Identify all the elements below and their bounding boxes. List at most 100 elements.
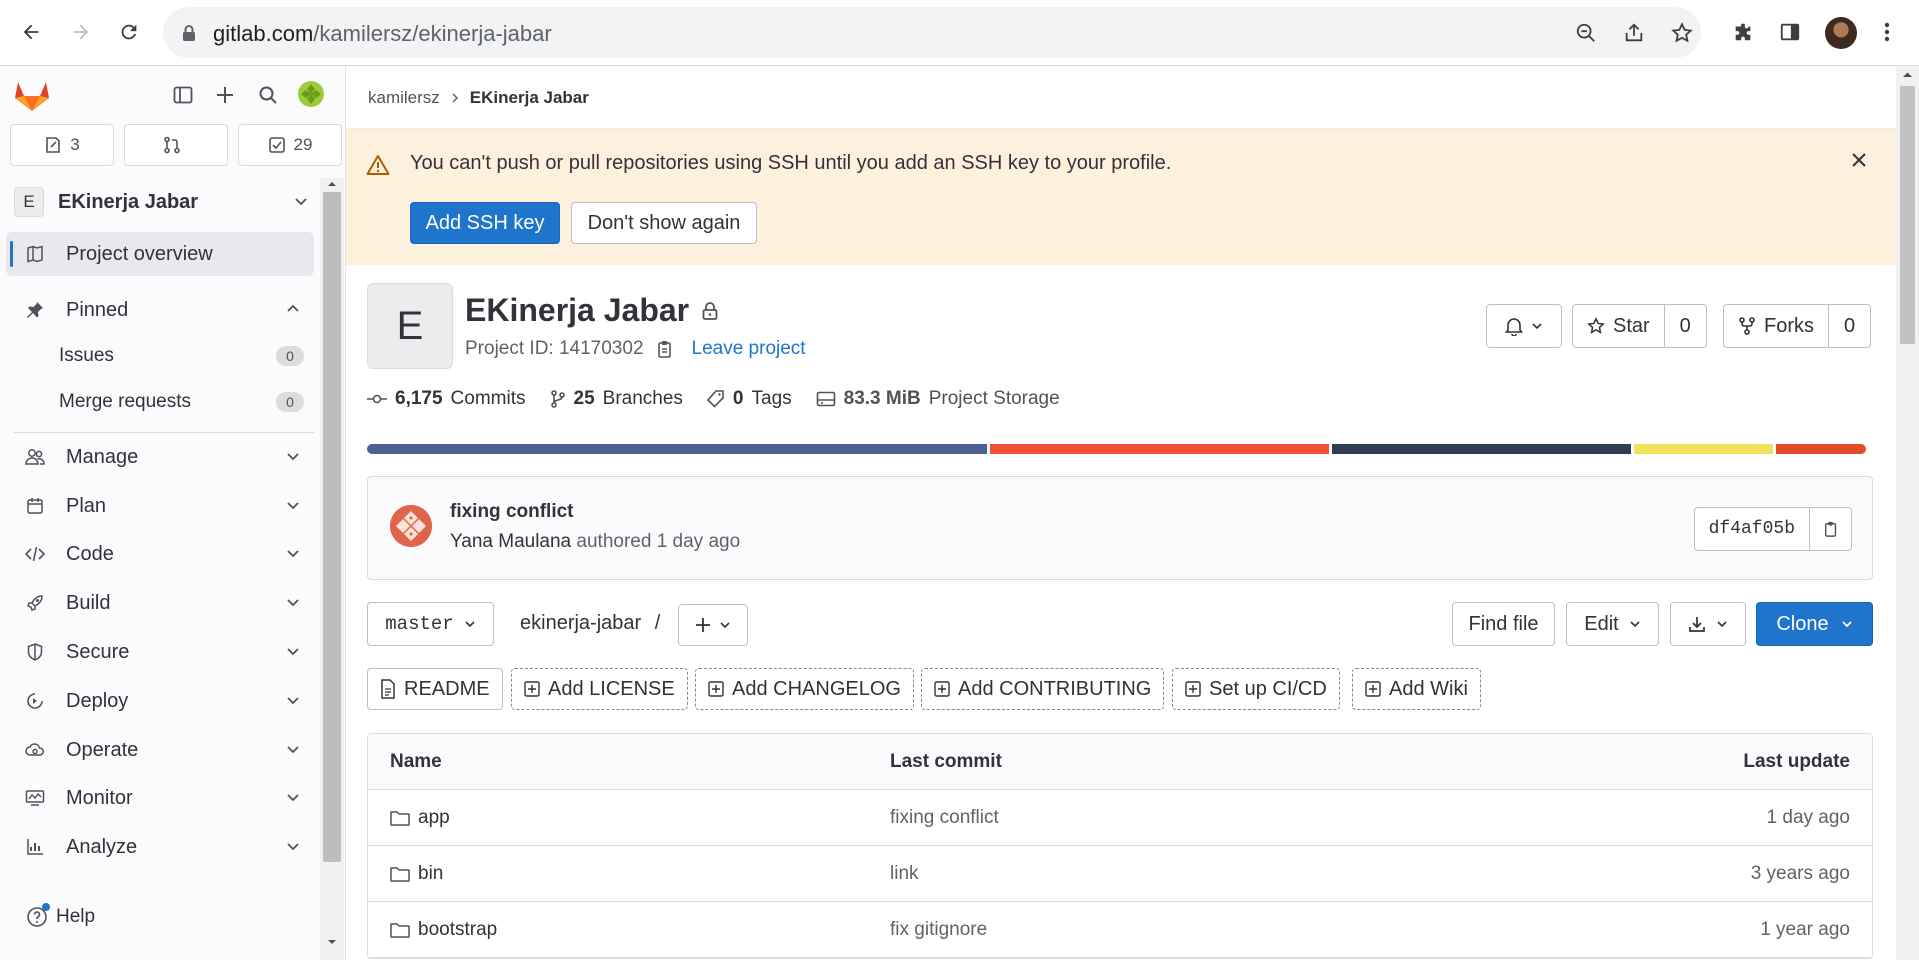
sidebar-item-label: Pinned [66,298,129,321]
add-license-button[interactable]: Add LICENSE [511,668,688,710]
branches-stat[interactable]: 25 Branches [550,388,683,410]
project-id: Project ID: 14170302 [465,338,644,359]
bookmark-star-icon[interactable] [1669,20,1695,46]
tags-stat[interactable]: 0 Tags [706,388,792,410]
sidebar-item-analyze[interactable]: Analyze [6,825,314,869]
copy-sha-button[interactable] [1809,508,1851,550]
sidebar-item-monitor[interactable]: Monitor [6,776,314,820]
side-panel-icon[interactable] [1775,17,1805,47]
add-to-tree-dropdown[interactable] [678,604,748,646]
commit-author-avatar[interactable] [390,505,432,547]
table-row[interactable]: bin link 3 years ago [368,846,1872,902]
sidebar-item-build[interactable]: Build [6,581,314,625]
language-segment[interactable] [990,444,1330,454]
add-changelog-button[interactable]: Add CHANGELOG [695,668,914,710]
reload-icon[interactable] [112,15,146,49]
share-icon[interactable] [1621,20,1647,46]
add-ssh-key-button[interactable]: Add SSH key [410,202,560,244]
dont-show-again-button[interactable]: Don't show again [571,202,757,244]
add-contributing-button[interactable]: Add CONTRIBUTING [921,668,1165,710]
merge-requests-button[interactable] [124,124,228,166]
sidebar-item-project-overview[interactable]: Project overview [6,232,314,276]
commit-sha[interactable]: df4af05b [1695,508,1809,550]
breadcrumb-current[interactable]: EKinerja Jabar [470,88,589,108]
help-button[interactable]: Help [26,903,95,928]
last-commit-message[interactable]: fixing conflict [890,807,999,829]
scroll-up-icon[interactable] [1896,68,1919,82]
breadcrumb-parent[interactable]: kamilersz [368,88,440,108]
forks-count[interactable]: 0 [1828,305,1870,347]
last-commit-message[interactable]: fix gitignore [890,919,987,941]
plus-icon[interactable] [212,82,238,108]
sidebar-item-code[interactable]: Code [6,532,314,576]
star-count[interactable]: 0 [1663,305,1706,347]
forks-button-group[interactable]: Forks 0 [1723,304,1871,348]
repo-path-root[interactable]: ekinerja-jabar [520,612,641,634]
scrollbar-thumb[interactable] [1900,86,1915,344]
sidebar-item-secure[interactable]: Secure [6,630,314,674]
sidebar-item-pinned[interactable]: Pinned [6,288,314,332]
gitlab-logo-icon[interactable] [14,77,50,113]
language-segment[interactable] [1775,444,1866,454]
forks-button[interactable]: Forks [1724,305,1828,347]
scrollbar-thumb[interactable] [323,192,341,862]
back-icon[interactable] [14,15,48,49]
leave-project-link[interactable]: Leave project [692,338,806,360]
search-icon[interactable] [255,82,281,108]
storage-size: 83.3 MiB [843,388,921,409]
file-name-cell[interactable]: bootstrap [390,919,497,941]
file-name[interactable]: app [418,807,450,829]
file-name-cell[interactable]: app [390,807,450,829]
sidebar-toggle-icon[interactable] [170,82,196,108]
todos-button[interactable]: 29 [238,124,342,166]
last-commit-message[interactable]: link [890,863,919,885]
notifications-dropdown[interactable] [1486,304,1562,348]
chevron-down-icon [286,839,300,853]
sidebar-item-deploy[interactable]: Deploy [6,679,314,723]
file-name-cell[interactable]: bin [390,863,443,885]
sidebar-item-operate[interactable]: Operate [6,728,314,772]
add-wiki-button[interactable]: Add Wiki [1352,668,1481,710]
user-avatar-icon[interactable] [296,79,326,109]
language-segment[interactable] [1332,444,1631,454]
project-switcher[interactable]: E EKinerja Jabar [14,182,314,222]
copy-icon[interactable] [656,339,674,359]
file-name[interactable]: bin [418,863,443,885]
scroll-down-icon[interactable] [320,936,344,948]
page-scrollbar[interactable] [1896,66,1919,960]
readme-button[interactable]: README [367,668,503,710]
profile-avatar[interactable] [1825,17,1857,49]
star-button[interactable]: Star [1573,305,1664,347]
clone-dropdown[interactable]: Clone [1756,602,1873,646]
table-row[interactable]: bootstrap fix gitignore 1 year ago [368,902,1872,958]
download-dropdown[interactable] [1670,602,1746,646]
star-button-group[interactable]: Star 0 [1572,304,1707,348]
branch-selector[interactable]: master [367,602,494,646]
alert-message: You can't push or pull repositories usin… [410,152,1172,174]
commit-author[interactable]: Yana Maulana [450,531,571,552]
repository-language-bar[interactable] [367,444,1873,454]
sidebar-item-plan[interactable]: Plan [6,484,314,528]
sidebar-item-merge-requests[interactable]: Merge requests 0 [6,382,314,422]
edit-dropdown[interactable]: Edit [1566,602,1659,646]
forward-icon[interactable] [64,15,98,49]
zoom-icon[interactable] [1573,20,1599,46]
sidebar-scrollbar[interactable] [320,178,344,960]
language-segment[interactable] [1633,444,1773,454]
find-file-button[interactable]: Find file [1452,602,1555,646]
assigned-issues-button[interactable]: 3 [10,124,114,166]
commits-stat[interactable]: 6,175 Commits [367,388,526,410]
table-row[interactable]: app fixing conflict 1 day ago [368,790,1872,846]
file-name[interactable]: bootstrap [418,919,497,941]
sidebar-item-manage[interactable]: Manage [6,435,314,479]
sidebar-item-issues[interactable]: Issues 0 [6,336,314,376]
extensions-icon[interactable] [1728,17,1758,47]
address-bar[interactable]: gitlab.com/kamilersz/ekinerja-jabar [163,7,1701,58]
setup-cicd-button[interactable]: Set up CI/CD [1172,668,1340,710]
commit-title[interactable]: fixing conflict [450,501,574,523]
storage-stat[interactable]: 83.3 MiB Project Storage [816,388,1060,410]
kebab-menu-icon[interactable] [1872,17,1902,47]
language-segment[interactable] [367,444,987,454]
scroll-up-icon[interactable] [320,178,344,190]
close-icon[interactable] [1850,151,1868,169]
